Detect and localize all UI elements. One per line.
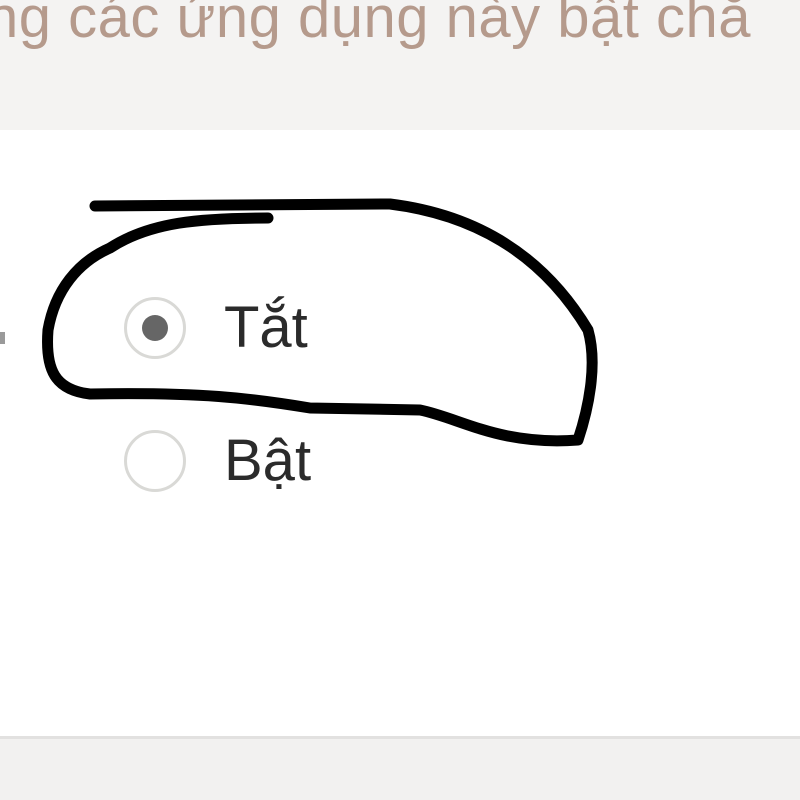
radio-button-off[interactable] [124,297,186,359]
panel-edge-marker [0,332,5,344]
radio-selected-dot [142,315,168,341]
footer-band [0,739,800,800]
radio-button-on[interactable] [124,430,186,492]
header-band: ng các ứng dụng này bật chă [0,0,800,130]
setting-description: ng các ứng dụng này bật chă [0,0,751,50]
radio-option-off[interactable]: Tắt [124,297,308,359]
radio-option-on[interactable]: Bật [124,430,311,492]
radio-label-off[interactable]: Tắt [224,297,308,359]
settings-panel [0,130,800,739]
radio-label-on[interactable]: Bật [224,430,311,492]
